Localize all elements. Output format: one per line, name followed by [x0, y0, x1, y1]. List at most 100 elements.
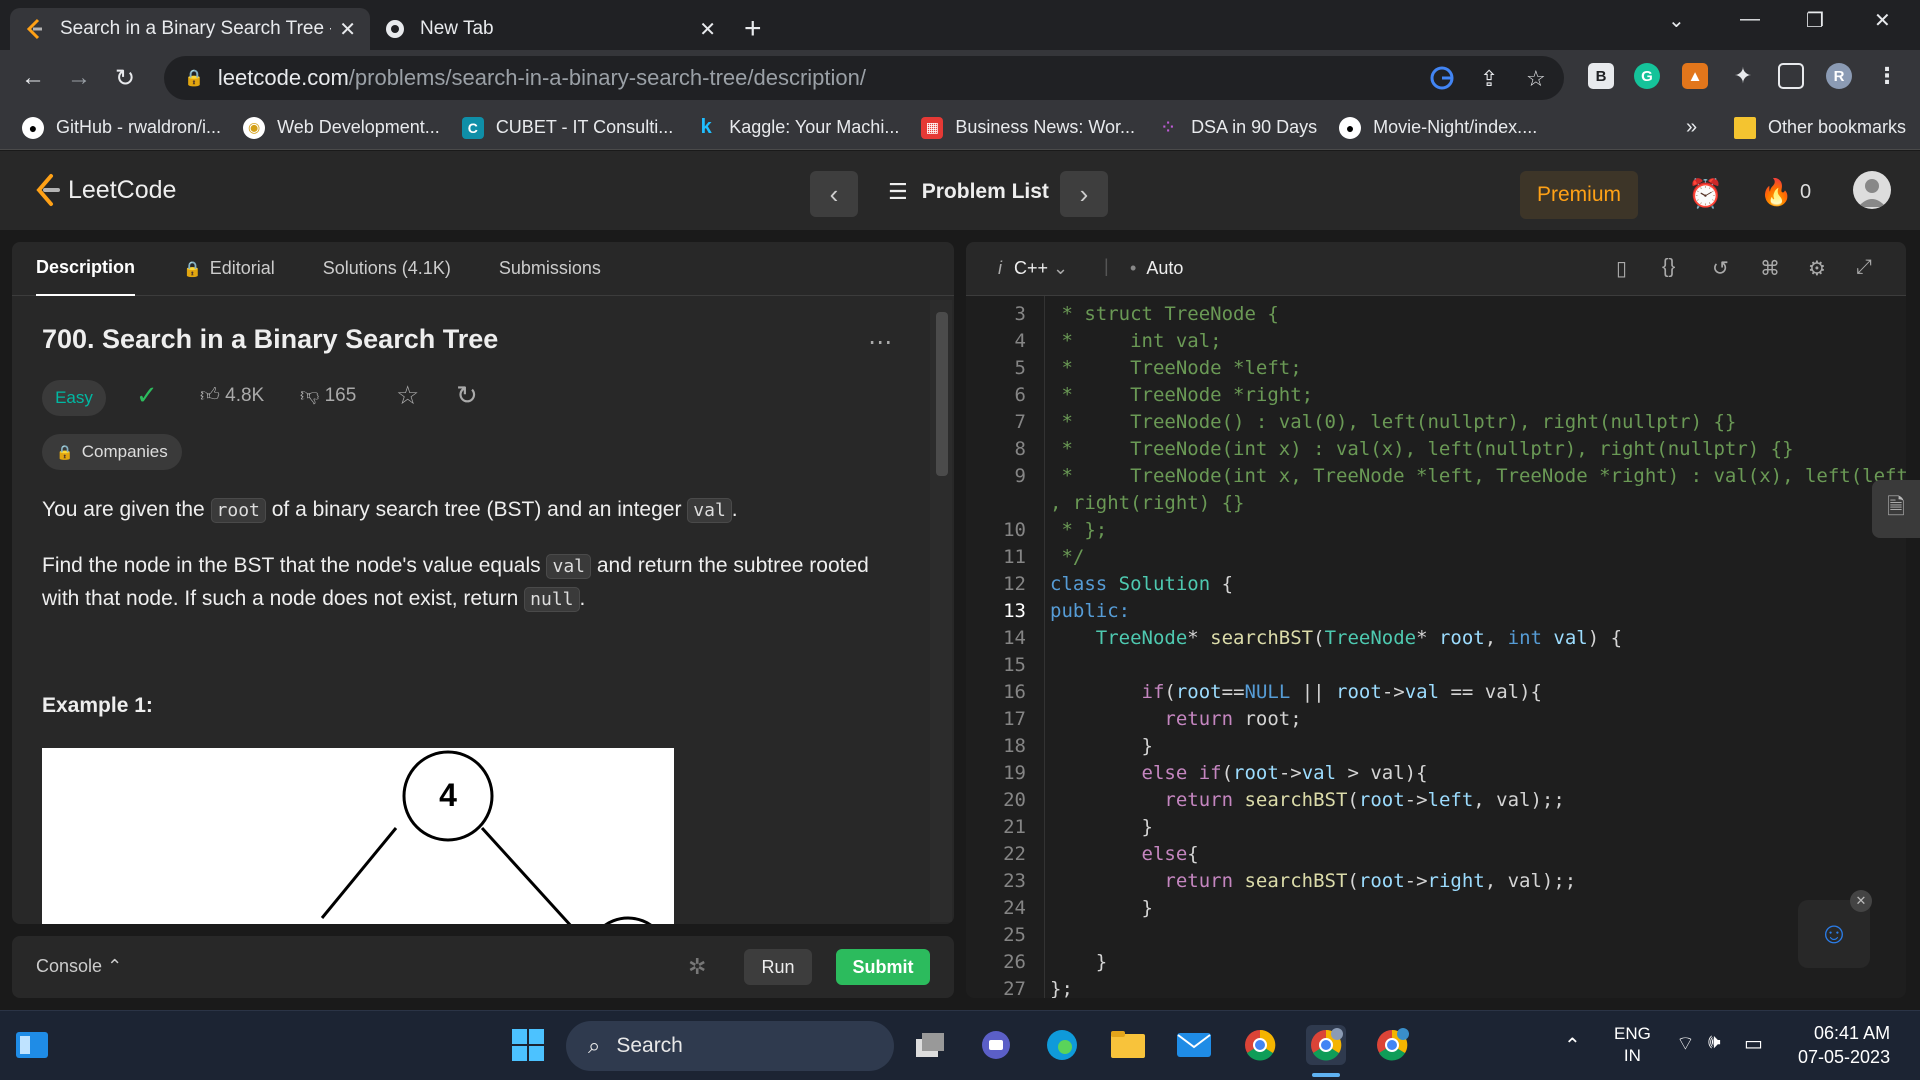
reset-code-icon[interactable]: ↺: [1712, 256, 1729, 281]
task-view-icon[interactable]: [910, 1025, 950, 1065]
code-line[interactable]: 22 else{: [966, 841, 1906, 868]
browser-tab-leetcode[interactable]: Search in a Binary Search Tree - L ✕: [10, 8, 370, 50]
scrollbar-thumb[interactable]: [936, 312, 948, 476]
bookmark-business-news[interactable]: ▦ Business News: Wor...: [921, 116, 1135, 139]
close-feedback-icon[interactable]: ✕: [1850, 890, 1872, 912]
code-line[interactable]: 13 public:: [966, 598, 1906, 625]
other-bookmarks[interactable]: Other bookmarks: [1734, 116, 1906, 139]
code-line[interactable]: 6 * TreeNode *right;: [966, 382, 1906, 409]
code-line[interactable]: 10 * };: [966, 517, 1906, 544]
back-arrow-icon[interactable]: ←: [10, 64, 56, 92]
timer-icon[interactable]: ⏰: [1688, 177, 1723, 210]
new-tab-button[interactable]: +: [744, 8, 762, 50]
edge-icon[interactable]: [1042, 1025, 1082, 1065]
code-line[interactable]: 7 * TreeNode() : val(0), left(nullptr), …: [966, 409, 1906, 436]
leetcode-logo[interactable]: LeetCode: [34, 173, 176, 207]
bookmark-cubet[interactable]: C CUBET - IT Consulti...: [461, 116, 673, 139]
format-braces-icon[interactable]: {}: [1662, 256, 1675, 279]
wifi-icon[interactable]: ⌔: [1676, 1031, 1695, 1056]
code-line[interactable]: 23 return searchBST(root->right, val);;: [966, 868, 1906, 895]
tab-description[interactable]: Description: [36, 242, 136, 296]
language-select[interactable]: C++ ⌄: [1014, 258, 1068, 279]
premium-button[interactable]: Premium: [1520, 171, 1638, 219]
file-explorer-icon[interactable]: [1108, 1025, 1148, 1065]
chrome-profile-2-icon[interactable]: [1372, 1025, 1412, 1065]
autocomplete-mode[interactable]: • Auto: [1130, 258, 1183, 279]
bookmark-dsa[interactable]: ⁘ DSA in 90 Days: [1157, 117, 1317, 139]
bookmark-kaggle[interactable]: k Kaggle: Your Machi...: [695, 116, 900, 139]
description-scrollbar[interactable]: [930, 300, 952, 922]
lock-icon[interactable]: 🔒: [184, 68, 204, 88]
chrome-profile-r-icon[interactable]: [1306, 1025, 1346, 1065]
code-line[interactable]: 21 }: [966, 814, 1906, 841]
debug-bug-icon[interactable]: ✲: [688, 954, 706, 980]
tab-submissions[interactable]: Submissions: [499, 242, 601, 296]
share-icon[interactable]: ⇪: [1480, 66, 1498, 92]
companies-button[interactable]: 🔒 Companies: [42, 434, 182, 470]
close-tab-icon[interactable]: ✕: [699, 17, 716, 42]
chrome-menu-icon[interactable]: ⋮: [1874, 63, 1900, 89]
url-bar[interactable]: 🔒 leetcode.com/problems/search-in-a-bina…: [164, 56, 1564, 100]
problem-list-button[interactable]: ☰ Problem List: [888, 179, 1049, 205]
code-line[interactable]: 24 }: [966, 895, 1906, 922]
run-button[interactable]: Run: [744, 949, 812, 985]
side-panel-icon[interactable]: [1778, 63, 1804, 89]
code-line[interactable]: 14 TreeNode* searchBST(TreeNode* root, i…: [966, 625, 1906, 652]
code-line[interactable]: 4 * int val;: [966, 328, 1906, 355]
close-window-icon[interactable]: ✕: [1874, 8, 1891, 33]
console-toggle[interactable]: Console ⌃: [36, 956, 122, 977]
code-line[interactable]: 12 class Solution {: [966, 571, 1906, 598]
tray-overflow-chevron-icon[interactable]: ⌃: [1564, 1033, 1581, 1058]
next-problem-button[interactable]: ›: [1060, 171, 1108, 217]
code-line[interactable]: 5 * TreeNode *left;: [966, 355, 1906, 382]
extension-b-icon[interactable]: B: [1588, 63, 1614, 89]
code-line[interactable]: 17 return root;: [966, 706, 1906, 733]
settings-gear-icon[interactable]: ⚙: [1808, 256, 1826, 281]
chrome-icon[interactable]: [1240, 1025, 1280, 1065]
volume-icon[interactable]: 🕪: [1708, 1031, 1721, 1054]
code-line[interactable]: 18 }: [966, 733, 1906, 760]
tab-search-chevron-icon[interactable]: ⌄: [1668, 8, 1685, 33]
code-line[interactable]: 25: [966, 922, 1906, 949]
tab-solutions[interactable]: Solutions (4.1K): [323, 242, 451, 296]
bookmarks-overflow-button[interactable]: »: [1686, 116, 1697, 139]
fullscreen-icon[interactable]: ⤢: [1856, 256, 1872, 279]
restore-icon[interactable]: ❐: [1806, 8, 1824, 33]
code-area[interactable]: 3 * struct TreeNode {4 * int val; 5 * Tre…: [966, 296, 1906, 998]
dislike-button[interactable]: 👎︎ 165: [300, 384, 356, 407]
streak-fire-icon[interactable]: 🔥: [1760, 177, 1792, 208]
forward-arrow-icon[interactable]: →: [56, 64, 102, 92]
bookmark-movie-night[interactable]: ● Movie-Night/index....: [1339, 116, 1537, 139]
start-windows-icon[interactable]: [508, 1025, 548, 1065]
submit-button[interactable]: Submit: [836, 949, 930, 985]
bookmark-icon[interactable]: ▯: [1616, 256, 1627, 281]
taskbar-search[interactable]: ⌕ Search: [566, 1021, 894, 1071]
code-line[interactable]: 9 * TreeNode(int x, TreeNode *left, Tree…: [966, 463, 1906, 490]
teams-chat-icon[interactable]: [976, 1025, 1016, 1065]
code-line[interactable]: 8 * TreeNode(int x) : val(x), left(nullp…: [966, 436, 1906, 463]
close-tab-icon[interactable]: ✕: [339, 17, 356, 42]
favorite-star-icon[interactable]: ☆: [396, 380, 419, 411]
code-line[interactable]: 15: [966, 652, 1906, 679]
battery-icon[interactable]: ▭: [1744, 1031, 1763, 1056]
mail-icon[interactable]: [1174, 1025, 1214, 1065]
grammarly-icon[interactable]: G: [1634, 63, 1660, 89]
more-options-icon[interactable]: ⋯: [868, 328, 892, 357]
tab-editorial[interactable]: 🔒 Editorial: [183, 242, 275, 296]
shortcuts-command-icon[interactable]: ⌘: [1760, 256, 1780, 281]
code-line[interactable]: , right(right) {}: [966, 490, 1906, 517]
bookmark-star-icon[interactable]: ☆: [1526, 66, 1546, 92]
user-avatar[interactable]: [1853, 171, 1891, 209]
code-line[interactable]: 11 */: [966, 544, 1906, 571]
code-line[interactable]: 26 }: [966, 949, 1906, 976]
like-button[interactable]: 👍︎ 4.8K: [200, 384, 264, 407]
prev-problem-button[interactable]: ‹: [810, 171, 858, 217]
google-icon[interactable]: [1430, 66, 1454, 96]
input-language[interactable]: ENG IN: [1614, 1023, 1651, 1067]
bookmark-web-dev[interactable]: ◉ Web Development...: [243, 116, 440, 139]
clock[interactable]: 06:41 AM 07-05-2023: [1798, 1021, 1890, 1069]
profile-avatar[interactable]: R: [1826, 63, 1852, 89]
code-line[interactable]: 19 else if(root->val > val){: [966, 760, 1906, 787]
code-line[interactable]: 3 * struct TreeNode {: [966, 301, 1906, 328]
reload-icon[interactable]: ↻: [102, 64, 148, 93]
